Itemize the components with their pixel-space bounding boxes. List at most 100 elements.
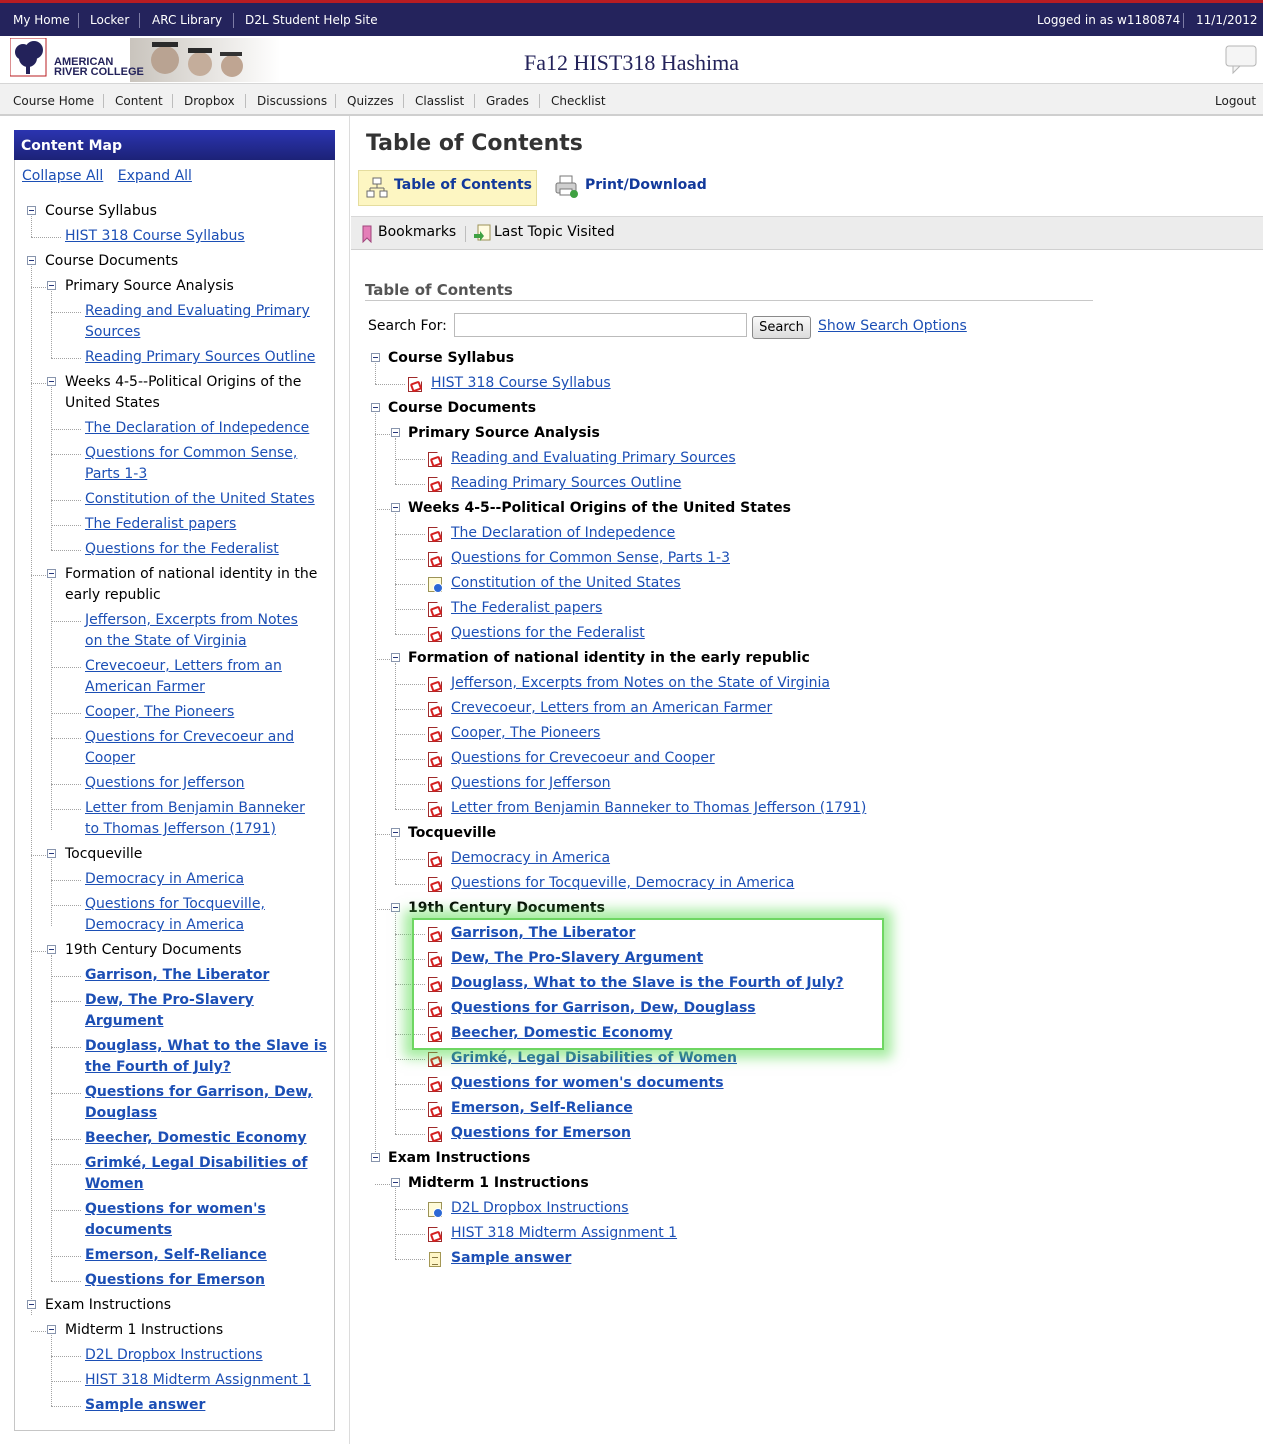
map-topic-link[interactable]: Questions for Common Sense,	[85, 443, 297, 464]
nav-content[interactable]: Content	[115, 94, 163, 108]
map-topic-link[interactable]: Douglass, What to the Slave is	[85, 1036, 327, 1057]
toc-module-national-identity[interactable]: Formation of national identity in the ea…	[408, 648, 810, 669]
arc-library-link[interactable]: ARC Library	[152, 13, 222, 27]
map-topic-link[interactable]: Women	[85, 1174, 144, 1195]
collapse-all-link[interactable]: Collapse All	[22, 168, 103, 184]
toc-module-weeks-4-5[interactable]: Weeks 4-5--Political Origins of the Unit…	[408, 498, 791, 519]
map-topic-link[interactable]: Questions for women's	[85, 1199, 266, 1220]
toc-topic-link[interactable]: Cooper, The Pioneers	[451, 723, 600, 744]
map-topic-link[interactable]: American Farmer	[85, 677, 205, 698]
printer-icon[interactable]	[555, 175, 579, 199]
map-module-exam-instructions[interactable]: Exam Instructions	[45, 1295, 171, 1316]
show-search-options-link[interactable]: Show Search Options	[818, 318, 967, 334]
map-module-course-syllabus[interactable]: Course Syllabus	[45, 201, 157, 222]
toc-topic-link[interactable]: Reading Primary Sources Outline	[451, 473, 681, 494]
map-topic-link[interactable]: Letter from Benjamin Banneker	[85, 798, 305, 819]
chat-icon[interactable]	[1225, 45, 1257, 75]
toc-module-tocqueville[interactable]: Tocqueville	[408, 823, 496, 844]
map-topic-link[interactable]: Jefferson, Excerpts from Notes	[85, 610, 298, 631]
toc-topic-link[interactable]: Questions for the Federalist	[451, 623, 645, 644]
map-topic-link[interactable]: Questions for Crevecoeur and	[85, 727, 294, 748]
map-topic-link[interactable]: Democracy in America	[85, 869, 244, 890]
map-topic-link[interactable]: Dew, The Pro-Slavery	[85, 990, 254, 1011]
tab-table-of-contents-label[interactable]: Table of Contents	[394, 177, 532, 193]
toc-topic-link[interactable]: Constitution of the United States	[451, 573, 681, 594]
map-topic-link[interactable]: Reading and Evaluating Primary	[85, 301, 310, 322]
expand-all-link[interactable]: Expand All	[118, 168, 192, 184]
nav-checklist[interactable]: Checklist	[551, 94, 606, 108]
logout-link[interactable]: Logout	[1215, 94, 1256, 108]
collapse-icon[interactable]	[391, 903, 400, 912]
map-topic-link[interactable]: documents	[85, 1220, 172, 1241]
toc-topic-link[interactable]: The Federalist papers	[451, 598, 602, 619]
toc-module-19th-century[interactable]: 19th Century Documents	[408, 898, 605, 919]
map-topic-link[interactable]: the Fourth of July?	[85, 1057, 231, 1078]
toc-module-course-documents[interactable]: Course Documents	[388, 398, 536, 419]
toc-topic-link[interactable]: Reading and Evaluating Primary Sources	[451, 448, 736, 469]
collapse-icon[interactable]	[27, 206, 36, 215]
map-topic-link[interactable]: Cooper	[85, 748, 135, 769]
map-topic-link[interactable]: Argument	[85, 1011, 163, 1032]
map-topic-link[interactable]: Questions for Jefferson	[85, 773, 245, 794]
toc-topic-link[interactable]: Grimké, Legal Disabilities of Women	[451, 1048, 737, 1069]
toc-topic-link[interactable]: Jefferson, Excerpts from Notes on the St…	[451, 673, 830, 694]
toc-topic-link[interactable]: Questions for Emerson	[451, 1123, 631, 1144]
toc-module-midterm-1[interactable]: Midterm 1 Instructions	[408, 1173, 589, 1194]
map-topic-link[interactable]: D2L Dropbox Instructions	[85, 1345, 263, 1366]
map-topic-link[interactable]: Questions for Emerson	[85, 1270, 265, 1291]
toc-topic-link[interactable]: Dew, The Pro-Slavery Argument	[451, 948, 703, 969]
collapse-icon[interactable]	[47, 1325, 56, 1334]
map-module-national-identity[interactable]: early republic	[65, 585, 161, 606]
map-topic-link[interactable]: Crevecoeur, Letters from an	[85, 656, 282, 677]
nav-dropbox[interactable]: Dropbox	[184, 94, 235, 108]
toc-topic-link[interactable]: Democracy in America	[451, 848, 610, 869]
map-topic-link[interactable]: The Declaration of Indepedence	[85, 418, 309, 439]
map-module-national-identity[interactable]: Formation of national identity in the	[65, 564, 317, 585]
map-module-primary-source[interactable]: Primary Source Analysis	[65, 276, 234, 297]
collapse-icon[interactable]	[371, 403, 380, 412]
nav-grades[interactable]: Grades	[486, 94, 529, 108]
map-topic-link[interactable]: Parts 1-3	[85, 464, 147, 485]
toc-topic-link[interactable]: Douglass, What to the Slave is the Fourt…	[451, 973, 844, 994]
search-button[interactable]: Search	[752, 316, 811, 339]
collapse-icon[interactable]	[47, 849, 56, 858]
toc-module-exam-instructions[interactable]: Exam Instructions	[388, 1148, 530, 1169]
map-module-weeks-4-5[interactable]: Weeks 4-5--Political Origins of the	[65, 372, 301, 393]
map-topic-link[interactable]: Sources	[85, 322, 140, 343]
collapse-icon[interactable]	[47, 281, 56, 290]
collapse-icon[interactable]	[371, 1153, 380, 1162]
collapse-icon[interactable]	[391, 428, 400, 437]
collapse-icon[interactable]	[391, 653, 400, 662]
last-topic-link[interactable]: Last Topic Visited	[494, 224, 615, 240]
toc-topic-link[interactable]: Emerson, Self-Reliance	[451, 1098, 633, 1119]
student-help-link[interactable]: D2L Student Help Site	[245, 13, 378, 27]
collapse-icon[interactable]	[371, 353, 380, 362]
collapse-icon[interactable]	[391, 828, 400, 837]
map-topic-link[interactable]: on the State of Virginia	[85, 631, 247, 652]
locker-link[interactable]: Locker	[90, 13, 129, 27]
nav-classlist[interactable]: Classlist	[415, 94, 464, 108]
toc-module-course-syllabus[interactable]: Course Syllabus	[388, 348, 514, 369]
collapse-icon[interactable]	[391, 1178, 400, 1187]
map-topic-link[interactable]: Reading Primary Sources Outline	[85, 347, 315, 368]
bookmarks-link[interactable]: Bookmarks	[378, 224, 456, 240]
nav-discussions[interactable]: Discussions	[257, 94, 327, 108]
map-module-course-documents[interactable]: Course Documents	[45, 251, 178, 272]
toc-topic-link[interactable]: Questions for women's documents	[451, 1073, 724, 1094]
map-topic-link[interactable]: Questions for Tocqueville,	[85, 894, 265, 915]
collapse-icon[interactable]	[27, 1300, 36, 1309]
toc-topic-link[interactable]: Garrison, The Liberator	[451, 923, 635, 944]
map-topic-link[interactable]: Cooper, The Pioneers	[85, 702, 234, 723]
tab-print-download[interactable]: Print/Download	[585, 177, 707, 193]
map-topic-link[interactable]: Questions for the Federalist	[85, 539, 279, 560]
toc-topic-link[interactable]: The Declaration of Indepedence	[451, 523, 675, 544]
map-module-tocqueville[interactable]: Tocqueville	[65, 844, 142, 865]
map-topic-link[interactable]: to Thomas Jefferson (1791)	[85, 819, 276, 840]
toc-topic-link[interactable]: HIST 318 Course Syllabus	[431, 373, 611, 394]
collapse-icon[interactable]	[47, 945, 56, 954]
toc-topic-link[interactable]: Questions for Crevecoeur and Cooper	[451, 748, 715, 769]
map-topic-link[interactable]: Grimké, Legal Disabilities of	[85, 1153, 307, 1174]
nav-quizzes[interactable]: Quizzes	[347, 94, 394, 108]
toc-topic-link[interactable]: Questions for Garrison, Dew, Douglass	[451, 998, 756, 1019]
map-topic-link[interactable]: Garrison, The Liberator	[85, 965, 269, 986]
